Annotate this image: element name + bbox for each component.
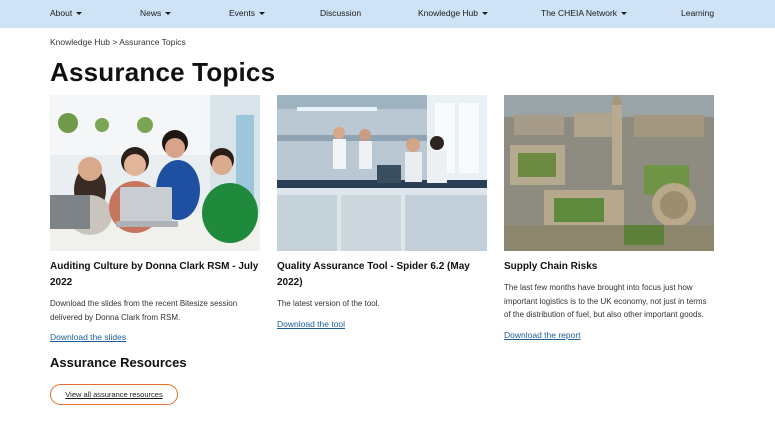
chevron-down-icon [76,12,83,15]
view-all-resources-button[interactable]: View all assurance resources [50,384,178,405]
card-title[interactable]: Quality Assurance Tool - Spider 6.2 (May… [277,259,487,291]
nav-item-news[interactable]: News [140,8,172,18]
chevron-down-icon [259,12,265,15]
download-tool-link[interactable]: Download the tool [277,319,345,329]
nav-item-discussion[interactable]: Discussion [320,8,361,18]
card-title[interactable]: Supply Chain Risks [504,259,714,275]
nav-item-cheia-network[interactable]: The CHEIA Network [541,8,628,18]
chevron-down-icon [621,12,628,15]
section-title-assurance-resources: Assurance Resources [50,355,187,370]
resource-card-supply-chain-risks: Supply Chain Risks The last few months h… [504,95,714,343]
page-title: Assurance Topics [50,57,276,87]
resource-card-auditing-culture: Auditing Culture by Donna Clark RSM - Ju… [50,95,260,345]
card-description: The latest version of the tool. [277,299,380,308]
resource-card-quality-assurance-tool: Quality Assurance Tool - Spider 6.2 (May… [277,95,487,332]
card-description: Download the slides from the recent Bite… [50,299,238,322]
nav-item-knowledge-hub[interactable]: Knowledge Hub [418,8,489,18]
download-slides-link[interactable]: Download the slides [50,332,126,342]
aerial-city-photo[interactable] [504,95,714,251]
breadcrumb-knowledge-hub[interactable]: Knowledge Hub [50,37,110,47]
laboratory-photo[interactable] [277,95,487,251]
people-at-laptop-photo[interactable] [50,95,260,251]
chevron-down-icon [165,12,172,15]
card-title[interactable]: Auditing Culture by Donna Clark RSM - Ju… [50,259,260,291]
chevron-down-icon [482,12,489,15]
nav-item-events[interactable]: Events [229,8,265,18]
nav-item-about[interactable]: About [50,8,83,18]
breadcrumb: Knowledge Hub > Assurance Topics [50,37,186,47]
download-report-link[interactable]: Download the report [504,330,581,340]
card-description: The last few months have brought into fo… [504,283,707,319]
top-navigation: About News Events Discussion Knowledge H… [0,0,775,28]
nav-item-learning[interactable]: Learning [681,8,714,18]
breadcrumb-separator: > [112,37,118,47]
breadcrumb-current: Assurance Topics [119,37,186,47]
